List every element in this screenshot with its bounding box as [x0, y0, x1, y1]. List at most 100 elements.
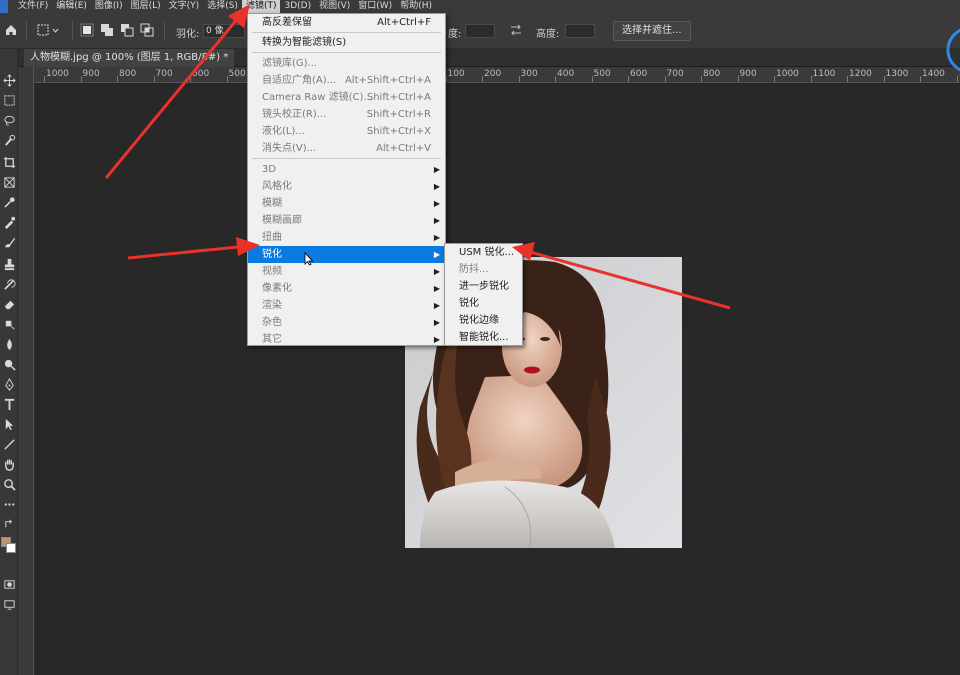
- menu-item-camera-raw[interactable]: Camera Raw 滤镜(C)... Shift+Ctrl+A: [248, 89, 445, 106]
- ruler-label: 600: [630, 69, 648, 79]
- menu-item-adaptive-wide-angle[interactable]: 自适应广角(A)... Alt+Shift+Ctrl+A: [248, 72, 445, 89]
- line-tool-icon[interactable]: [0, 435, 18, 453]
- mouse-cursor-icon: [304, 251, 314, 266]
- quick-selection-tool-icon[interactable]: [0, 131, 18, 149]
- menu-type[interactable]: 文字(Y): [165, 0, 204, 13]
- healing-brush-tool-icon[interactable]: [0, 213, 18, 231]
- path-selection-tool-icon[interactable]: [0, 415, 18, 433]
- height-input[interactable]: [565, 24, 595, 38]
- move-tool-icon[interactable]: [0, 71, 18, 89]
- menu-item-convert-smart-filters[interactable]: 转换为智能滤镜(S): [248, 34, 445, 51]
- height-label: 高度:: [536, 29, 560, 40]
- menu-file[interactable]: 文件(F): [14, 0, 52, 13]
- menu-select[interactable]: 选择(S): [203, 0, 242, 13]
- menu-item-3d[interactable]: 3D ▶: [248, 161, 445, 178]
- lasso-tool-icon[interactable]: [0, 111, 18, 129]
- menu-item-label: 液化(L)...: [262, 126, 305, 137]
- feather-input[interactable]: 0 像: [203, 24, 245, 38]
- menu-item-other[interactable]: 其它 ▶: [248, 331, 445, 348]
- separator: [26, 21, 27, 41]
- blur-tool-icon[interactable]: [0, 335, 18, 353]
- menu-image[interactable]: 图像(I): [91, 0, 127, 13]
- document-tab[interactable]: 人物模糊.jpg @ 100% (图层 1, RGB/8#) *: [24, 49, 235, 67]
- select-and-mask-button[interactable]: 选择并遮住...: [613, 21, 691, 41]
- clone-stamp-tool-icon[interactable]: [0, 255, 18, 273]
- menu-item-blur[interactable]: 模糊 ▶: [248, 195, 445, 212]
- menu-3d[interactable]: 3D(D): [280, 0, 315, 13]
- eyedropper-tool-icon[interactable]: [0, 193, 18, 211]
- menu-item-vanishing-point[interactable]: 消失点(V)... Alt+Ctrl+V: [248, 140, 445, 157]
- menu-item-render[interactable]: 渲染 ▶: [248, 297, 445, 314]
- menu-item-pixelate[interactable]: 像素化 ▶: [248, 280, 445, 297]
- menu-item-high-pass-repeat[interactable]: 高反差保留 Alt+Ctrl+F: [248, 14, 445, 31]
- add-to-selection-icon[interactable]: [100, 23, 114, 39]
- ruler-label: 300: [520, 69, 538, 79]
- new-selection-icon[interactable]: [80, 23, 94, 39]
- submenu-arrow-icon: ▶: [433, 335, 440, 344]
- frame-tool-icon[interactable]: [0, 173, 18, 191]
- subtract-from-selection-icon[interactable]: [120, 23, 134, 39]
- submenu-item-sharpen-more[interactable]: 进一步锐化: [445, 278, 522, 295]
- menu-edit[interactable]: 编辑(E): [52, 0, 91, 13]
- intersect-selection-icon[interactable]: [140, 23, 154, 39]
- crop-tool-icon[interactable]: [0, 153, 18, 171]
- filter-menu-dropdown: 高反差保留 Alt+Ctrl+F 转换为智能滤镜(S) 滤镜库(G)... 自适应…: [247, 13, 446, 346]
- menu-item-sharpen[interactable]: 锐化 ▶: [248, 246, 445, 263]
- ruler-tick: [847, 76, 848, 82]
- screen-mode-icon[interactable]: [0, 595, 18, 613]
- menu-item-label: 模糊: [262, 198, 282, 209]
- rectangular-marquee-icon[interactable]: [36, 23, 60, 39]
- dodge-tool-icon[interactable]: [0, 355, 18, 373]
- menu-item-stylize[interactable]: 风格化 ▶: [248, 178, 445, 195]
- ruler-label: 800: [119, 69, 137, 79]
- menu-layer[interactable]: 图层(L): [127, 0, 165, 13]
- brush-tool-icon[interactable]: [0, 233, 18, 251]
- menu-item-lens-correction[interactable]: 镜头校正(R)... Shift+Ctrl+R: [248, 106, 445, 123]
- menu-item-label: 视频: [262, 266, 282, 277]
- app-icon: [0, 0, 8, 13]
- menu-item-blur-gallery[interactable]: 模糊画廊 ▶: [248, 212, 445, 229]
- menu-item-label: 锐化边缘: [459, 315, 499, 326]
- menu-item-label: 自适应广角(A)...: [262, 75, 337, 86]
- menu-help[interactable]: 帮助(H): [396, 0, 436, 13]
- pen-tool-icon[interactable]: [0, 375, 18, 393]
- more-tools-icon[interactable]: [0, 495, 18, 513]
- document-tab-bar: 人物模糊.jpg @ 100% (图层 1, RGB/8#) *: [18, 49, 960, 67]
- gradient-tool-icon[interactable]: [0, 315, 18, 333]
- ruler-label: 900: [739, 69, 757, 79]
- marquee-tool-icon[interactable]: [0, 91, 18, 109]
- eraser-tool-icon[interactable]: [0, 295, 18, 313]
- zoom-tool-icon[interactable]: [0, 475, 18, 493]
- ruler-tick: [920, 76, 921, 82]
- hand-tool-icon[interactable]: [0, 455, 18, 473]
- menu-item-distort[interactable]: 扭曲 ▶: [248, 229, 445, 246]
- menu-item-label: 风格化: [262, 181, 292, 192]
- ruler-tick: [664, 76, 666, 82]
- menu-view[interactable]: 视图(V): [315, 0, 354, 13]
- submenu-item-unsharp-mask[interactable]: USM 锐化...: [445, 244, 522, 261]
- ruler-label: 1000: [46, 69, 69, 79]
- menu-item-filter-gallery[interactable]: 滤镜库(G)...: [248, 55, 445, 72]
- quick-mask-icon[interactable]: [0, 575, 18, 593]
- submenu-item-sharpen-edges[interactable]: 锐化边缘: [445, 312, 522, 329]
- menu-window[interactable]: 窗口(W): [354, 0, 396, 13]
- type-tool-icon[interactable]: [0, 395, 18, 413]
- menu-filter[interactable]: 滤镜(T): [241, 0, 281, 13]
- swap-icon[interactable]: [509, 23, 523, 39]
- menu-item-label: 高反差保留: [262, 17, 312, 28]
- separator: [164, 21, 165, 41]
- history-brush-tool-icon[interactable]: [0, 275, 18, 293]
- swap-colors-icon[interactable]: [0, 515, 18, 533]
- tools-panel: [0, 49, 18, 675]
- submenu-item-sharpen[interactable]: 锐化: [445, 295, 522, 312]
- background-color-swatch[interactable]: [6, 543, 16, 553]
- submenu-arrow-icon: ▶: [433, 216, 440, 225]
- submenu-item-smart-sharpen[interactable]: 智能锐化...: [445, 329, 522, 346]
- submenu-arrow-icon: ▶: [433, 250, 440, 259]
- menu-item-video[interactable]: 视频 ▶: [248, 263, 445, 280]
- submenu-item-shake-reduction[interactable]: 防抖...: [445, 261, 522, 278]
- width-input[interactable]: [465, 24, 495, 38]
- menu-item-liquify[interactable]: 液化(L)... Shift+Ctrl+X: [248, 123, 445, 140]
- menu-item-noise[interactable]: 杂色 ▶: [248, 314, 445, 331]
- home-icon[interactable]: [4, 23, 18, 39]
